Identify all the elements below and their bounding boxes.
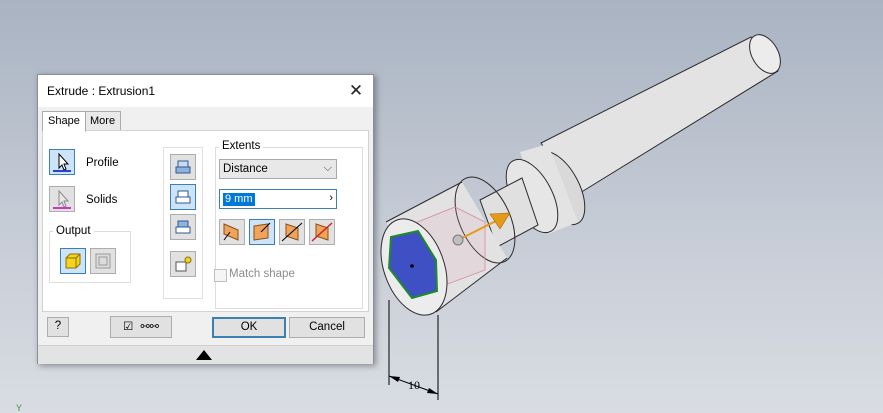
surface-icon (95, 253, 111, 269)
solid-cube-icon (65, 253, 81, 269)
help-icon: ? (54, 320, 62, 332)
direction-handle[interactable] (452, 234, 464, 246)
preview-toggle[interactable]: ☑ ⚯⚯ (110, 316, 172, 338)
direction-default-button[interactable] (219, 219, 245, 245)
shaft-body (540, 36, 779, 197)
cursor-arrow-icon (53, 189, 71, 209)
solids-select-button[interactable] (49, 186, 75, 212)
glasses-icon: ⚯⚯ (140, 321, 159, 333)
axis-indicator: Y (16, 403, 22, 413)
extents-type-value: Distance (223, 163, 268, 175)
extents-type-dropdown[interactable]: Distance ⌵ (219, 159, 337, 179)
close-icon[interactable]: ✕ (345, 80, 367, 102)
direction-asymmetric-icon (311, 222, 333, 242)
ok-button[interactable]: OK (212, 317, 286, 338)
dialog-expand-bar[interactable] (38, 345, 373, 364)
direction-asymmetric-button[interactable] (309, 219, 335, 245)
output-solid-button[interactable] (60, 248, 86, 274)
solids-label: Solids (86, 194, 118, 206)
profile-label: Profile (86, 157, 119, 169)
direction-symmetric-icon (281, 222, 303, 242)
intersect-button[interactable] (170, 214, 196, 240)
new-solid-button[interactable] (170, 251, 196, 277)
dialog-titlebar[interactable]: Extrude : Extrusion1 ✕ (38, 75, 373, 107)
join-icon (175, 160, 191, 174)
cancel-button[interactable]: Cancel (289, 317, 365, 338)
new-solid-icon (175, 256, 192, 272)
expand-triangle-icon[interactable] (196, 350, 212, 360)
direction-flipped-button[interactable] (249, 219, 275, 245)
dimension-value[interactable]: 10 (408, 378, 420, 392)
output-group-label: Output (53, 225, 94, 237)
match-shape-label: Match shape (229, 268, 295, 280)
help-button[interactable]: ? (47, 317, 69, 337)
tab-more[interactable]: More (84, 111, 122, 131)
chevron-right-icon[interactable]: › (329, 192, 333, 204)
match-shape-checkbox[interactable] (214, 269, 227, 282)
direction-symmetric-button[interactable] (279, 219, 305, 245)
extrude-dialog: Extrude : Extrusion1 ✕ Shape More Profil… (37, 74, 374, 364)
distance-value: 9 mm (223, 193, 255, 206)
direction-flipped-icon (253, 222, 271, 241)
direction-default-icon (223, 223, 239, 241)
distance-input[interactable]: 9 mm › (219, 189, 337, 209)
cut-icon (175, 190, 191, 204)
intersect-icon (175, 220, 191, 234)
preview-checkbox-icon: ☑ (123, 321, 134, 333)
profile-select-button[interactable] (49, 149, 75, 175)
extents-group-label: Extents (219, 140, 264, 152)
chevron-down-icon: ⌵ (323, 162, 332, 174)
cut-button[interactable] (170, 184, 196, 210)
tab-shape[interactable]: Shape (42, 111, 86, 132)
output-surface-button[interactable] (90, 248, 116, 274)
dialog-title: Extrude : Extrusion1 (47, 84, 156, 98)
cursor-arrow-icon (53, 152, 71, 172)
join-button[interactable] (170, 154, 196, 180)
